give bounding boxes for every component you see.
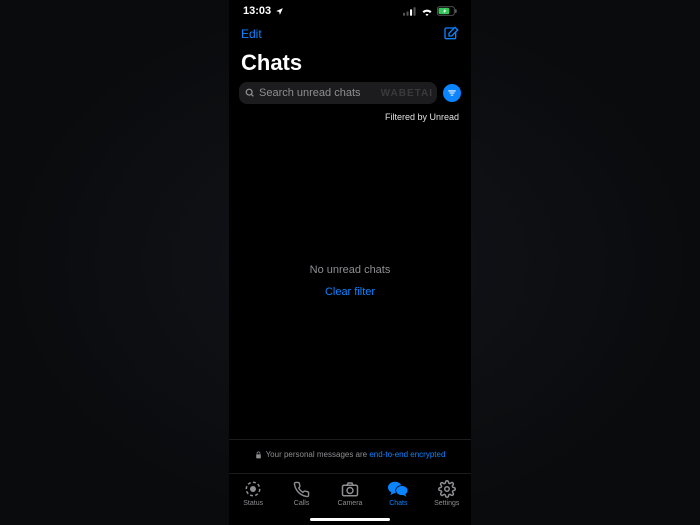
edit-button[interactable]: Edit — [241, 27, 262, 41]
tab-settings[interactable]: Settings — [425, 480, 469, 507]
battery-icon — [437, 6, 457, 16]
tab-camera[interactable]: Camera — [328, 480, 372, 507]
location-arrow-icon — [275, 7, 284, 16]
tab-label: Settings — [434, 500, 459, 507]
status-ring-icon — [244, 480, 262, 498]
tab-label: Camera — [338, 500, 363, 507]
empty-message: No unread chats — [310, 264, 391, 276]
camera-icon — [341, 480, 359, 498]
statusbar-time: 13:03 — [243, 5, 271, 17]
status-bar: 13:03 — [229, 0, 471, 22]
home-indicator[interactable] — [310, 518, 390, 521]
search-icon — [245, 88, 255, 98]
tab-chats[interactable]: Chats — [376, 480, 420, 507]
tab-calls[interactable]: Calls — [280, 480, 324, 507]
tab-label: Chats — [389, 500, 407, 507]
chats-bubble-icon — [388, 480, 408, 498]
empty-state: No unread chats Clear filter — [229, 122, 471, 439]
wifi-icon — [421, 7, 433, 16]
filter-status-label: Filtered by Unread — [229, 108, 471, 122]
watermark-text: WABETAI — [381, 82, 433, 104]
search-placeholder: Search unread chats — [259, 87, 361, 99]
lock-icon — [255, 451, 262, 459]
clear-filter-button[interactable]: Clear filter — [325, 286, 375, 298]
encryption-link[interactable]: end-to-end encrypted — [369, 450, 445, 459]
tab-status[interactable]: Status — [231, 480, 275, 507]
tab-label: Calls — [294, 500, 310, 507]
compose-button[interactable] — [443, 26, 459, 42]
page-title: Chats — [229, 46, 471, 82]
search-input[interactable]: Search unread chats WABETAI — [239, 82, 437, 104]
gear-icon — [438, 480, 456, 498]
filter-button[interactable] — [443, 84, 461, 102]
nav-bar: Edit — [229, 22, 471, 46]
phone-icon — [293, 480, 310, 498]
encryption-notice: Your personal messages are end-to-end en… — [229, 439, 471, 473]
tab-label: Status — [243, 500, 263, 507]
encryption-prefix: Your personal messages are — [266, 450, 368, 459]
phone-screen: 13:03 Edit Ch — [229, 0, 471, 525]
cellular-signal-icon — [403, 7, 417, 16]
